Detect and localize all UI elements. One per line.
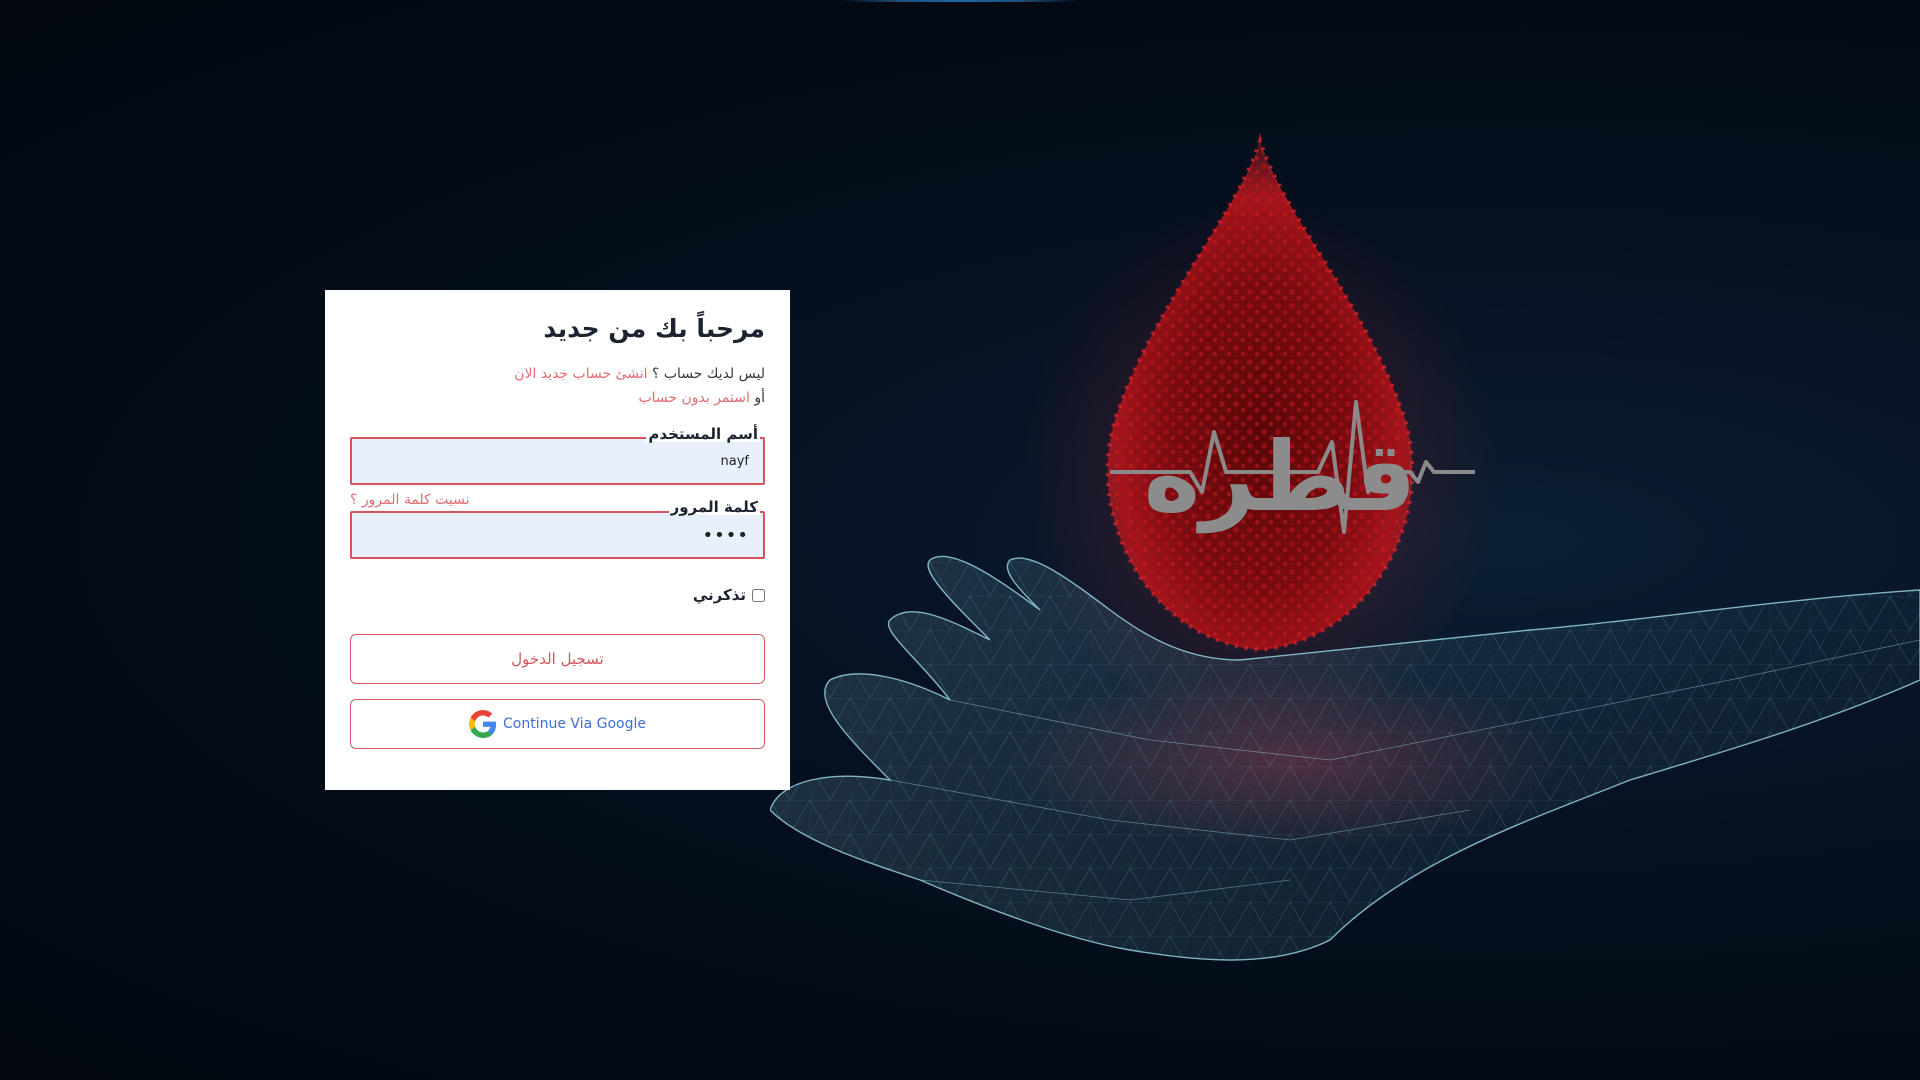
hero-illustration: قطره bbox=[770, 120, 1920, 1000]
login-card: مرحباً بك من جديد ليس لديك حساب ؟ انشئ ح… bbox=[325, 290, 790, 790]
google-signin-button[interactable]: Continue Via Google bbox=[350, 699, 765, 749]
google-g-icon bbox=[469, 710, 497, 738]
create-account-link[interactable]: انشئ حساب جديد الان bbox=[514, 366, 647, 382]
password-label: كلمة المرور bbox=[668, 498, 760, 516]
google-button-label: Continue Via Google bbox=[503, 716, 646, 732]
or-text: أو bbox=[754, 390, 765, 406]
password-input[interactable] bbox=[350, 511, 765, 559]
remember-me-label: تذكرني bbox=[692, 586, 746, 604]
continue-as-guest-link[interactable]: استمر بدون حساب bbox=[638, 390, 749, 406]
no-account-text: ليس لديك حساب ؟ bbox=[651, 366, 765, 382]
page-title: مرحباً بك من جديد bbox=[543, 314, 765, 343]
guest-prompt: أو استمر بدون حساب bbox=[638, 390, 765, 406]
hero-svg: قطره bbox=[770, 132, 1920, 961]
remember-me-checkbox[interactable] bbox=[752, 588, 765, 602]
login-button-label: تسجيل الدخول bbox=[511, 650, 604, 668]
username-input[interactable] bbox=[350, 437, 765, 485]
login-button[interactable]: تسجيل الدخول bbox=[350, 634, 765, 684]
username-label: أسم المستخدم bbox=[646, 425, 760, 443]
top-glow-line bbox=[840, 0, 1080, 2]
remember-me[interactable]: تذكرني bbox=[693, 586, 765, 604]
forgot-password-link[interactable]: نسيت كلمة المرور ؟ bbox=[350, 492, 470, 508]
qatra-logo: قطره bbox=[1144, 421, 1417, 533]
signup-prompt: ليس لديك حساب ؟ انشئ حساب جديد الان bbox=[514, 366, 765, 382]
